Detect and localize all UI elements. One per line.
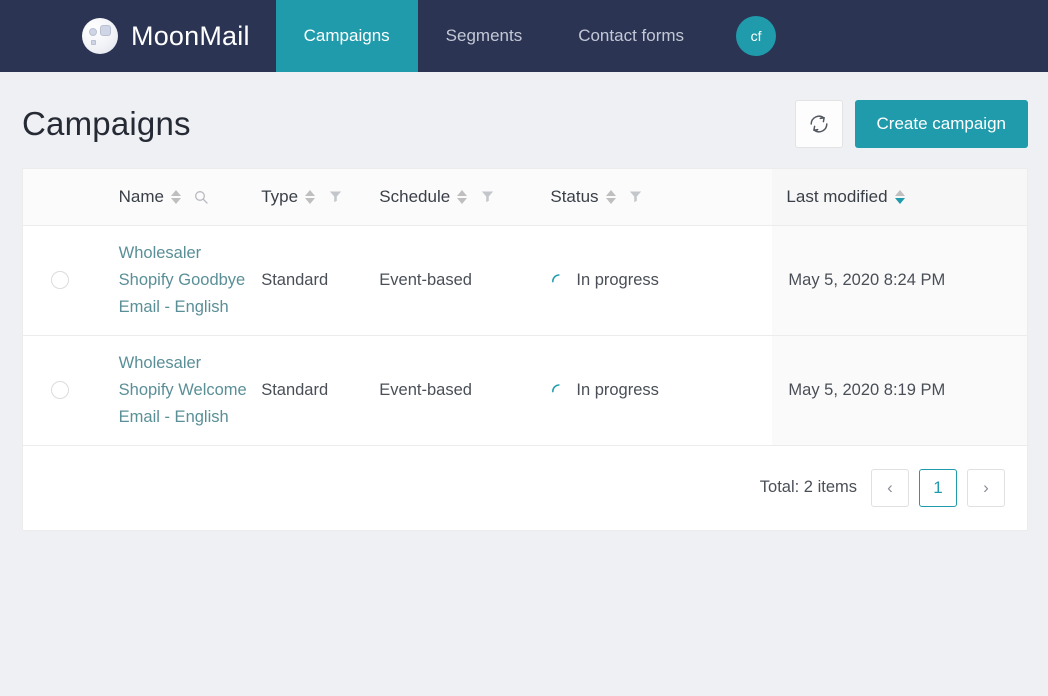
total-items-label: Total: 2 items	[759, 478, 857, 496]
row-type-cell: Standard	[257, 335, 376, 446]
pagination-prev-button[interactable]: ‹	[871, 468, 909, 507]
avatar[interactable]: cf	[736, 16, 777, 56]
table-row[interactable]: Wholesaler Shopify Goodbye Email - Engli…	[23, 225, 1027, 336]
row-name-cell: Wholesaler Shopify Welcome Email - Engli…	[114, 335, 258, 446]
page-title: Campaigns	[22, 105, 191, 142]
column-label-status: Status	[550, 186, 599, 206]
top-navigation-bar: MoonMail Campaigns Segments Contact form…	[0, 0, 1048, 72]
column-label-type: Type	[261, 186, 299, 206]
sort-toggle-status[interactable]	[605, 189, 616, 204]
pagination: ‹ 1 ›	[871, 468, 1005, 507]
row-schedule-cell: Event-based	[375, 225, 547, 336]
moon-icon	[82, 18, 118, 54]
row-name-cell: Wholesaler Shopify Goodbye Email - Engli…	[114, 225, 258, 336]
table-header-row: Name Type Schedule Status Last modified	[23, 169, 1027, 226]
row-last-modified-cell: May 5, 2020 8:19 PM	[772, 335, 1027, 446]
campaign-name-link[interactable]: Wholesaler Shopify Goodbye Email - Engli…	[119, 240, 254, 321]
row-radio-button[interactable]	[51, 271, 69, 289]
pagination-next-button[interactable]: ›	[967, 468, 1005, 507]
row-status-cell: In progress	[546, 225, 773, 336]
filter-icon-schedule[interactable]	[474, 189, 500, 204]
table-head: Name Type Schedule Status Last modified	[23, 169, 1027, 226]
refresh-icon	[810, 115, 828, 133]
spinner-icon	[552, 383, 560, 392]
row-select-cell	[23, 225, 115, 336]
column-label-name: Name	[118, 186, 164, 206]
spinner-icon	[552, 273, 560, 282]
pagination-page-1-button[interactable]: 1	[919, 468, 957, 507]
status-label: In progress	[576, 380, 659, 399]
sort-toggle-type[interactable]	[305, 189, 316, 204]
column-header-name[interactable]: Name	[114, 169, 258, 226]
nav-item-campaigns[interactable]: Campaigns	[275, 0, 418, 72]
column-header-schedule[interactable]: Schedule	[375, 169, 547, 226]
sort-toggle-last-modified[interactable]	[894, 189, 905, 204]
nav-items: Campaigns Segments Contact forms	[275, 0, 712, 72]
create-campaign-button[interactable]: Create campaign	[854, 100, 1028, 148]
column-label-schedule: Schedule	[379, 186, 451, 206]
select-column-header	[23, 169, 115, 226]
refresh-button[interactable]	[794, 100, 843, 148]
brand-logo[interactable]: MoonMail	[0, 0, 276, 72]
brand-name: MoonMail	[131, 20, 250, 51]
column-header-last-modified[interactable]: Last modified	[772, 169, 1027, 226]
status-label: In progress	[576, 270, 659, 289]
filter-icon-type[interactable]	[322, 189, 348, 204]
column-header-type[interactable]: Type	[257, 169, 376, 226]
page-header: Campaigns Create campaign	[0, 72, 1048, 154]
row-type-cell: Standard	[257, 225, 376, 336]
row-last-modified-cell: May 5, 2020 8:24 PM	[772, 225, 1027, 336]
campaigns-table-card: Name Type Schedule Status Last modified …	[22, 168, 1028, 531]
sort-toggle-name[interactable]	[171, 189, 181, 204]
campaigns-table: Name Type Schedule Status Last modified …	[23, 169, 1027, 446]
row-select-cell	[23, 335, 115, 446]
column-header-status[interactable]: Status	[546, 169, 773, 226]
table-row[interactable]: Wholesaler Shopify Welcome Email - Engli…	[23, 335, 1027, 446]
column-label-last-modified: Last modified	[786, 186, 888, 206]
sort-toggle-schedule[interactable]	[457, 189, 468, 204]
avatar-container: cf	[712, 0, 777, 72]
filter-icon-status[interactable]	[623, 189, 649, 204]
campaign-name-link[interactable]: Wholesaler Shopify Welcome Email - Engli…	[119, 350, 254, 431]
header-actions: Create campaign	[794, 100, 1028, 148]
search-icon[interactable]	[188, 189, 214, 205]
row-status-cell: In progress	[546, 335, 773, 446]
nav-item-contact-forms[interactable]: Contact forms	[550, 0, 712, 72]
row-radio-button[interactable]	[51, 381, 69, 399]
nav-item-segments[interactable]: Segments	[418, 0, 551, 72]
row-schedule-cell: Event-based	[375, 335, 547, 446]
table-body: Wholesaler Shopify Goodbye Email - Engli…	[23, 225, 1027, 446]
table-footer: Total: 2 items ‹ 1 ›	[23, 445, 1027, 530]
